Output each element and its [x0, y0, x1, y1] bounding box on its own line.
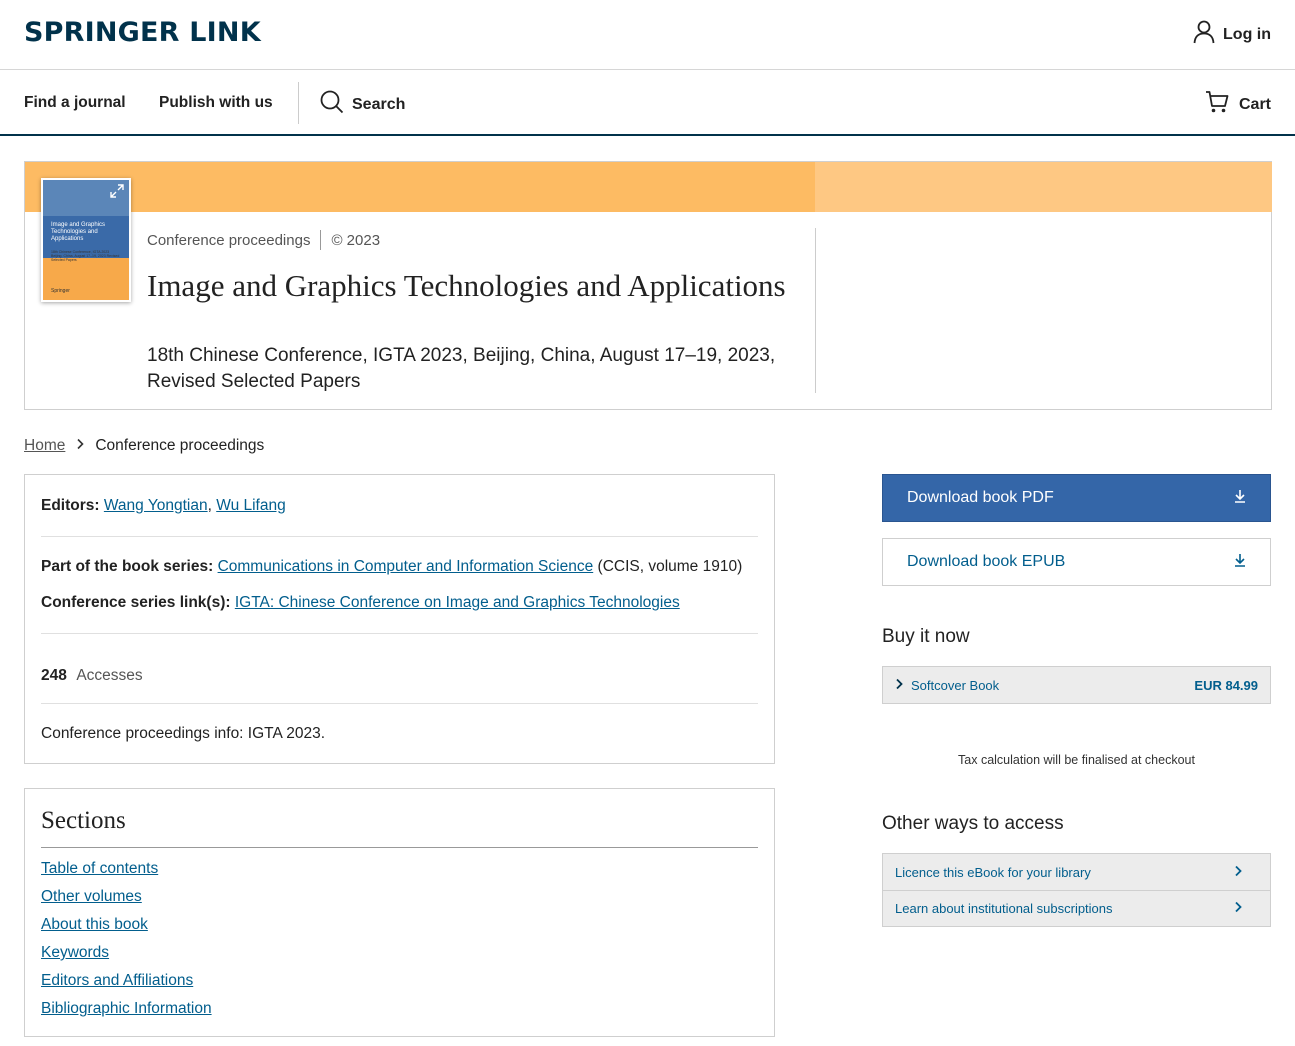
chevron-right-icon — [1234, 901, 1242, 916]
divider — [41, 536, 758, 537]
copyright-year: © 2023 — [331, 231, 381, 249]
chevron-right-icon — [895, 678, 903, 693]
table-of-contents-link[interactable]: Table of contents — [41, 860, 158, 877]
bibliographic-info-link[interactable]: Bibliographic Information — [41, 1000, 212, 1017]
tax-note: Tax calculation will be finalised at che… — [958, 753, 1195, 767]
licence-ebook-link[interactable]: Licence this eBook for your library — [883, 854, 1270, 890]
accesses-label: Accesses — [76, 667, 143, 684]
editors-label: Editors: — [41, 497, 100, 514]
breadcrumb-home[interactable]: Home — [24, 437, 65, 455]
main-nav: Find a journal Publish with us Search Ca… — [0, 71, 1295, 136]
cart-icon — [1205, 90, 1229, 119]
top-bar: SPRINGER LINK Log in — [0, 0, 1295, 70]
buy-it-now-heading: Buy it now — [882, 626, 970, 647]
buy-option-label: Softcover Book — [911, 677, 1000, 693]
hero-divider — [815, 228, 816, 393]
book-subtitle: 18th Chinese Conference, IGTA 2023, Beij… — [147, 345, 776, 392]
book-info-card: Editors: Wang Yongtian, Wu Lifang Part o… — [24, 474, 775, 764]
section-link-item: Other volumes — [41, 886, 212, 914]
hero-band-right — [815, 162, 1272, 212]
access-options: Licence this eBook for your library Lear… — [882, 853, 1271, 927]
other-volumes-link[interactable]: Other volumes — [41, 888, 142, 905]
login-button[interactable]: Log in — [1193, 20, 1271, 49]
conference-series-link[interactable]: IGTA: Chinese Conference on Image and Gr… — [235, 594, 680, 611]
series-label: Part of the book series: — [41, 558, 214, 575]
publish-with-us-link[interactable]: Publish with us — [159, 94, 273, 112]
book-series-link[interactable]: Communications in Computer and Informati… — [218, 558, 594, 575]
breadcrumb: Home Conference proceedings — [24, 437, 264, 455]
download-pdf-button[interactable]: Download book PDF — [882, 474, 1271, 522]
divider — [41, 703, 758, 704]
section-link-item: Keywords — [41, 942, 212, 970]
book-hero: Image and Graphics Technologies and Appl… — [24, 161, 1272, 410]
sections-card: Sections Table of contents Other volumes… — [24, 788, 775, 1037]
download-icon — [1234, 489, 1246, 508]
book-meta: Conference proceedings © 2023 — [147, 230, 380, 250]
section-link-item: About this book — [41, 914, 212, 942]
cover-subtitle-text: 18th Chinese Conference, IGTA 2023 Beiji… — [51, 250, 120, 262]
conference-info: Conference proceedings info: IGTA 2023. — [41, 725, 326, 742]
conference-series-label: Conference series link(s): — [41, 594, 231, 611]
search-icon — [320, 90, 344, 119]
buy-option-price: EUR 84.99 — [1194, 677, 1258, 693]
login-label: Log in — [1223, 25, 1271, 43]
download-icon — [1234, 553, 1246, 572]
editors-affiliations-link[interactable]: Editors and Affiliations — [41, 972, 193, 989]
breadcrumb-current: Conference proceedings — [95, 437, 265, 454]
meta-separator — [320, 230, 322, 250]
divider — [41, 633, 758, 634]
springer-link-logo[interactable]: SPRINGER LINK — [24, 17, 261, 48]
expand-icon[interactable] — [109, 183, 125, 199]
find-journal-link[interactable]: Find a journal — [24, 94, 126, 112]
download-pdf-label: Download book PDF — [907, 489, 1054, 506]
section-link-item: Bibliographic Information — [41, 998, 212, 1026]
conference-series-row: Conference series link(s): IGTA: Chinese… — [41, 594, 680, 612]
accesses-count: 248 — [41, 667, 67, 684]
sections-heading: Sections — [41, 807, 126, 834]
book-cover-image[interactable]: Image and Graphics Technologies and Appl… — [41, 178, 131, 302]
about-this-book-link[interactable]: About this book — [41, 916, 148, 933]
editors-row: Editors: Wang Yongtian, Wu Lifang — [41, 497, 286, 514]
licence-label: Licence this eBook for your library — [895, 864, 1091, 880]
cover-title-text: Image and Graphics Technologies and Appl… — [51, 222, 106, 242]
softcover-buy-option[interactable]: Softcover Book EUR 84.99 — [882, 666, 1271, 704]
editor-link[interactable]: Wang Yongtian — [104, 497, 208, 514]
book-series-row: Part of the book series: Communications … — [41, 558, 742, 576]
download-epub-button[interactable]: Download book EPUB — [882, 538, 1271, 586]
download-epub-label: Download book EPUB — [907, 553, 1066, 570]
buy-option: Softcover Book — [895, 678, 999, 693]
other-ways-heading: Other ways to access — [882, 813, 1064, 834]
search-button[interactable]: Search — [320, 90, 405, 119]
accesses-metric: 248 Accesses — [41, 667, 143, 685]
cart-label: Cart — [1238, 95, 1271, 113]
institutional-subscriptions-link[interactable]: Learn about institutional subscriptions — [883, 890, 1270, 926]
institutional-label: Learn about institutional subscriptions — [895, 901, 1113, 916]
search-label: Search — [352, 95, 406, 113]
book-title: Image and Graphics Technologies and Appl… — [147, 268, 786, 303]
section-link-item: Table of contents — [41, 858, 212, 886]
chevron-right-icon — [1234, 865, 1242, 880]
chevron-right-icon — [75, 437, 85, 455]
editor-link[interactable]: Wu Lifang — [216, 497, 286, 514]
hero-band — [25, 162, 815, 212]
nav-divider — [298, 82, 299, 124]
section-link-item: Editors and Affiliations — [41, 970, 212, 998]
user-icon — [1193, 20, 1215, 49]
cover-publisher-text: Springer — [51, 288, 70, 294]
keywords-link[interactable]: Keywords — [41, 944, 109, 961]
sections-list: Table of contents Other volumes About th… — [41, 858, 212, 1026]
cart-button[interactable]: Cart — [1205, 90, 1271, 119]
sections-rule — [41, 847, 758, 848]
content-type: Conference proceedings — [147, 231, 311, 249]
series-volume: (CCIS, volume 1910) — [597, 558, 743, 575]
